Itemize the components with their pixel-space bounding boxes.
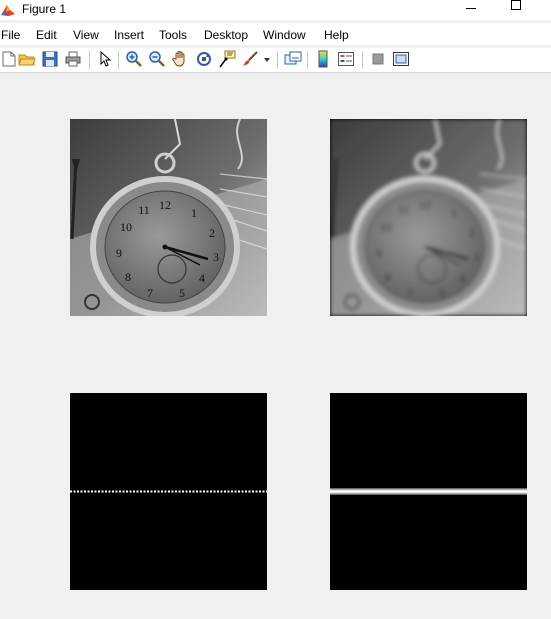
toolbar-separator <box>307 51 308 69</box>
menu-insert[interactable]: Insert <box>114 28 144 42</box>
svg-text:4: 4 <box>459 271 465 285</box>
svg-text:7: 7 <box>147 286 153 300</box>
edit-plot-arrow-icon[interactable] <box>96 50 114 68</box>
svg-text:4: 4 <box>199 271 205 285</box>
svg-text:11: 11 <box>398 203 410 217</box>
title-bar: Figure 1 <box>0 0 551 20</box>
open-file-icon[interactable] <box>18 50 36 68</box>
maximize-button[interactable] <box>505 0 527 18</box>
svg-text:5: 5 <box>439 286 445 300</box>
toolbar-separator <box>118 51 119 69</box>
svg-text:1: 1 <box>191 206 197 220</box>
svg-text:12: 12 <box>159 198 171 212</box>
svg-text:10: 10 <box>120 220 132 234</box>
zoom-in-icon[interactable] <box>125 50 143 68</box>
svg-text:5: 5 <box>179 286 185 300</box>
toolbar-separator <box>277 51 278 69</box>
filter-spectrum-left[interactable] <box>70 393 267 590</box>
svg-text:9: 9 <box>376 246 382 260</box>
minimize-button[interactable] <box>458 0 482 18</box>
new-figure-icon[interactable] <box>0 50 18 68</box>
window-title: Figure 1 <box>22 2 67 16</box>
toolbar-separator <box>89 51 90 69</box>
chevron-down-icon[interactable] <box>262 50 272 68</box>
svg-text:1: 1 <box>451 206 457 220</box>
filtered-clock-image[interactable]: 12 1 2 345 7 89 10 11 <box>330 118 528 318</box>
zoom-out-icon[interactable] <box>148 50 166 68</box>
link-plot-icon[interactable] <box>284 50 302 68</box>
save-icon[interactable] <box>41 50 59 68</box>
svg-text:2: 2 <box>469 226 475 240</box>
menu-bar: File Edit View Insert Tools Desktop Wind… <box>0 23 551 45</box>
svg-text:8: 8 <box>385 270 391 284</box>
insert-legend-icon[interactable] <box>337 50 355 68</box>
menu-window[interactable]: Window <box>263 28 306 42</box>
insert-colorbar-icon[interactable] <box>314 50 332 68</box>
show-plot-tools-icon[interactable] <box>392 50 410 68</box>
menu-tools[interactable]: Tools <box>159 28 187 42</box>
svg-text:8: 8 <box>125 270 131 284</box>
menu-file[interactable]: File <box>1 28 20 42</box>
hide-plot-tools-icon[interactable] <box>369 50 387 68</box>
svg-text:10: 10 <box>380 220 392 234</box>
svg-text:7: 7 <box>407 286 413 300</box>
svg-text:9: 9 <box>116 246 122 260</box>
print-icon[interactable] <box>64 50 82 68</box>
rotate-3d-icon[interactable] <box>195 50 213 68</box>
menu-desktop[interactable]: Desktop <box>204 28 248 42</box>
menu-view[interactable]: View <box>73 28 99 42</box>
svg-text:12: 12 <box>419 198 431 212</box>
svg-text:2: 2 <box>209 226 215 240</box>
svg-text:11: 11 <box>138 203 150 217</box>
brush-icon[interactable] <box>241 50 259 68</box>
svg-text:3: 3 <box>213 250 219 264</box>
filter-spectrum-right[interactable] <box>330 393 527 590</box>
data-cursor-icon[interactable] <box>218 50 236 68</box>
pan-hand-icon[interactable] <box>171 50 189 68</box>
matlab-logo-icon <box>0 2 16 18</box>
figure-toolbar <box>0 48 551 73</box>
original-clock-image[interactable]: 12 1 2 345 7 89 10 11 <box>70 118 268 318</box>
toolbar-separator <box>362 51 363 69</box>
svg-text:3: 3 <box>473 250 479 264</box>
menu-edit[interactable]: Edit <box>36 28 57 42</box>
menu-help[interactable]: Help <box>324 28 349 42</box>
